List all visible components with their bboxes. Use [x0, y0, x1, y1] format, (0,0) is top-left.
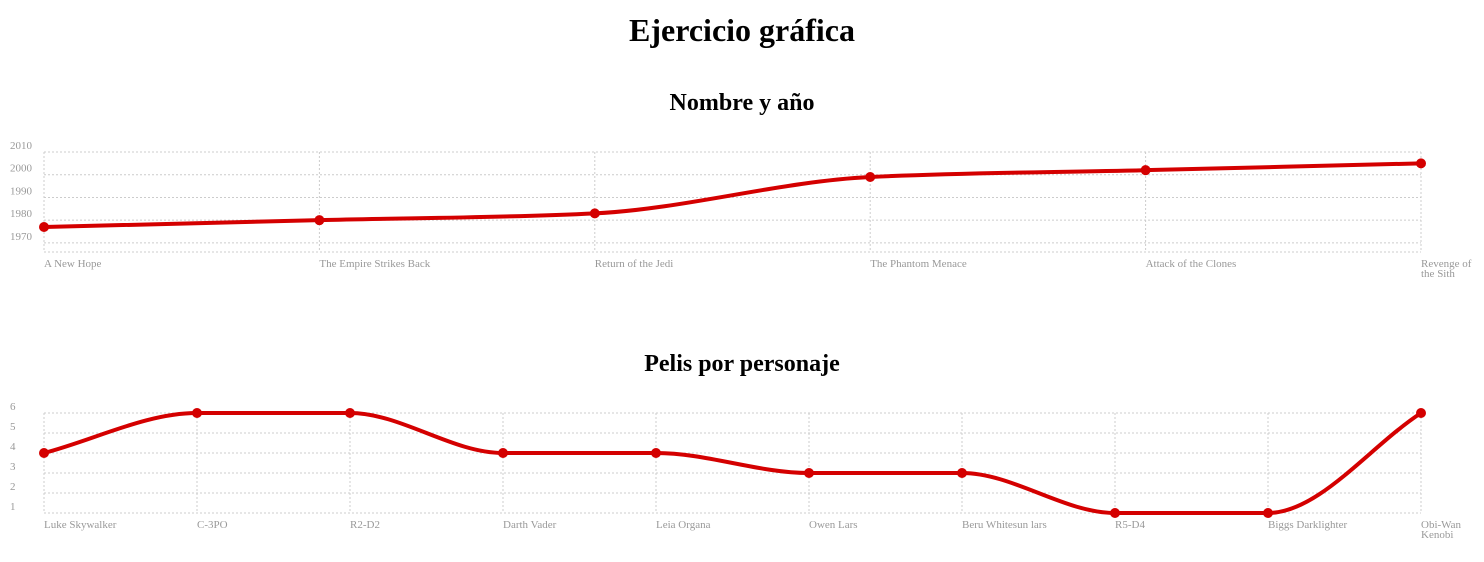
data-point-the-empire-strikes-back[interactable] [314, 215, 325, 226]
data-point-luke-skywalker[interactable] [39, 448, 49, 458]
line-chart-nombre-y-ano: 1970 1980 1990 2000 2010 A New Hope The Empire… [10, 140, 1472, 280]
x-tick-label-biggs-darklighter: Biggs Darklighter [1268, 519, 1347, 531]
data-point-darth-vader[interactable] [498, 448, 508, 458]
x-tick-label-obi-wan-kenobi: Obi-Wan Kenobi [1421, 519, 1462, 541]
data-point-owen-lars[interactable] [804, 468, 814, 478]
y-tick-label: 3 [10, 461, 16, 473]
data-point-r5-d4[interactable] [1110, 508, 1120, 518]
data-point-revenge-of-the-sith[interactable] [1416, 158, 1426, 169]
x-tick-label-the-empire-strikes-back: The Empire Strikes Back [319, 258, 430, 270]
x-tick-label-the-phantom-menace: The Phantom Menace [870, 258, 967, 270]
x-tick-label-return-of-the-jedi: Return of the Jedi [595, 258, 674, 270]
x-tick-label-c-3po: C-3PO [197, 519, 228, 531]
x-tick-label-attack-of-the-clones: Attack of the Clones [1146, 258, 1237, 270]
series-line [42, 411, 1423, 515]
chart-title-nombre-y-ano: Nombre y año [669, 90, 815, 116]
y-tick-label: 1970 [10, 231, 33, 243]
data-point-the-phantom-menace[interactable] [865, 172, 876, 182]
y-tick-label: 2010 [10, 140, 33, 152]
y-tick-label: 1 [10, 501, 16, 513]
data-point-leia-organa[interactable] [651, 448, 661, 458]
x-tick-label-darth-vader: Darth Vader [503, 519, 557, 531]
series-line [42, 161, 1423, 229]
data-point-c-3po[interactable] [192, 408, 202, 418]
y-tick-label: 1990 [10, 185, 33, 197]
data-point-biggs-darklighter[interactable] [1263, 508, 1273, 518]
line-chart-pelis-por-personaje: 1 2 3 4 5 6 Luke Skywalker C-3PO R2-D2 Darth Vade… [10, 401, 1462, 541]
chart-title-pelis-por-personaje: Pelis por personaje [644, 351, 840, 377]
x-tick-label-r5-d4: R5-D4 [1115, 519, 1145, 531]
data-point-beru-whitesun-lars[interactable] [957, 468, 967, 478]
x-tick-label-r2-d2: R2-D2 [350, 519, 380, 531]
y-tick-label: 6 [10, 401, 16, 413]
x-tick-label-a-new-hope: A New Hope [44, 258, 102, 270]
data-point-r2-d2[interactable] [345, 408, 355, 418]
y-tick-label: 1980 [10, 208, 33, 220]
data-point-a-new-hope[interactable] [39, 222, 49, 232]
y-tick-label: 2000 [10, 163, 33, 175]
y-tick-label: 5 [10, 421, 16, 433]
data-point-obi-wan-kenobi[interactable] [1416, 408, 1426, 418]
x-tick-label-revenge-of-the-sith: Revenge of the Sith [1421, 258, 1472, 280]
x-tick-label-luke-skywalker: Luke Skywalker [44, 519, 117, 531]
x-tick-label-leia-organa: Leia Organa [656, 519, 711, 531]
data-point-return-of-the-jedi[interactable] [589, 208, 600, 219]
x-tick-label-beru-whitesun-lars: Beru Whitesun lars [962, 519, 1047, 531]
y-tick-label: 2 [10, 481, 16, 493]
data-point-attack-of-the-clones[interactable] [1140, 165, 1151, 176]
x-tick-label-owen-lars: Owen Lars [809, 519, 858, 531]
y-tick-label: 4 [10, 441, 16, 453]
page-title: Ejercicio gráfica [629, 12, 855, 48]
